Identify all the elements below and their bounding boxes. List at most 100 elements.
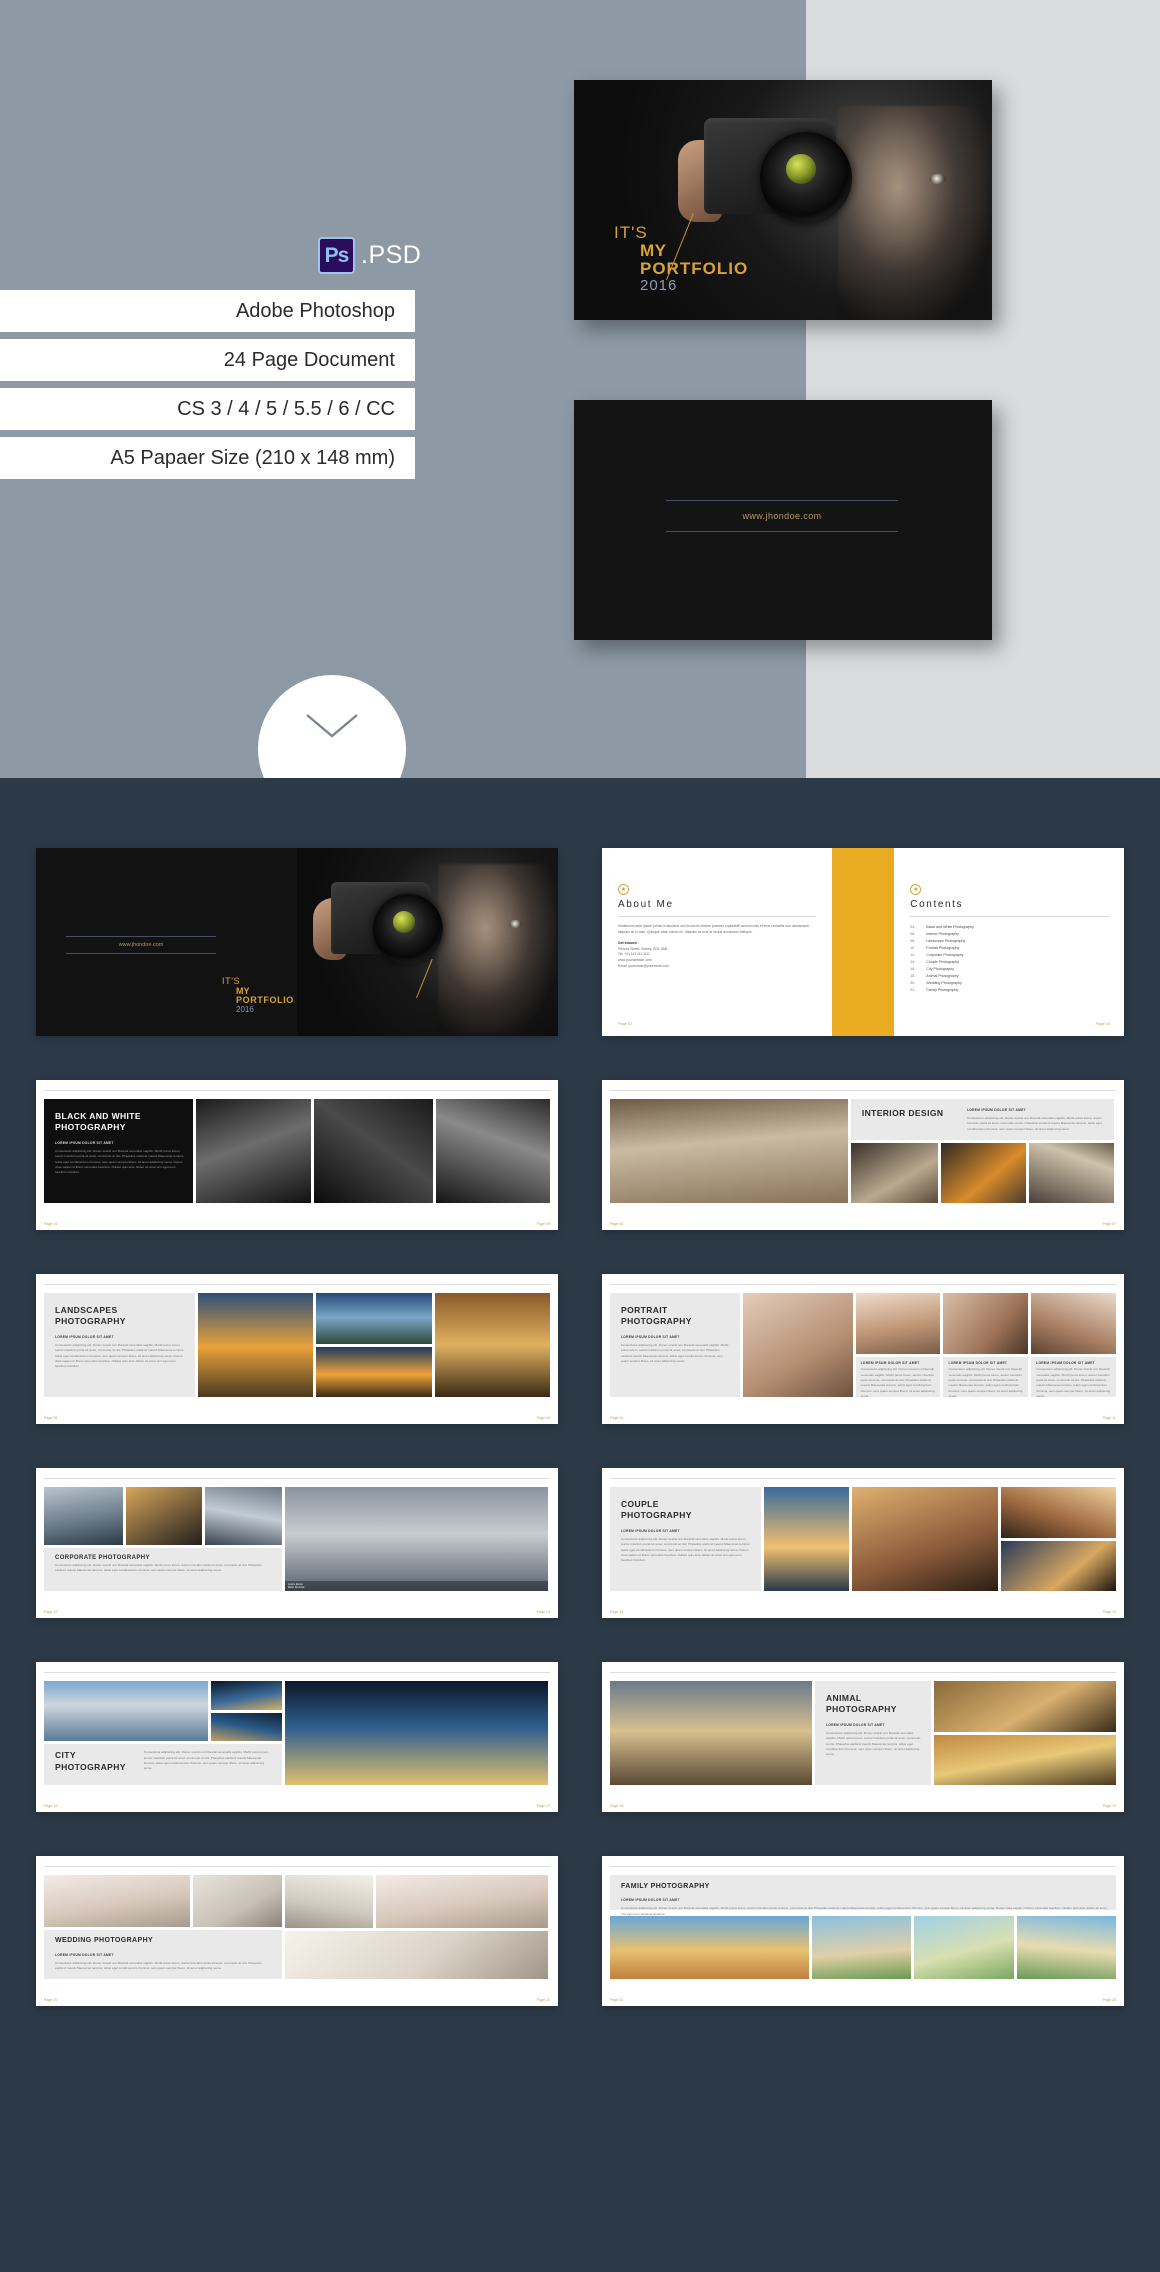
spec-bar-list: Adobe Photoshop 24 Page Document CS 3 / …: [0, 290, 415, 486]
cover-title-block: IT'S MY PORTFOLIO 2016: [614, 213, 748, 294]
page-number-left: Page 12: [44, 1610, 58, 1614]
page-number-right: Page 11: [1102, 1416, 1116, 1420]
photo-thumbnail[interactable]: [1031, 1293, 1116, 1355]
photo-thumbnail[interactable]: [1000, 1487, 1116, 1538]
spread-body: Consectetur adipiscing elit. Donec scera…: [621, 1536, 751, 1563]
spread-title: FAMILY PHOTOGRAPHY: [621, 1883, 710, 1890]
contents-page: ★ Contents 04. Black and White Photograph…: [894, 848, 1124, 1036]
photo-thumbnail[interactable]: [313, 1099, 433, 1203]
footer-bar: Page 16 Page 17: [44, 1804, 550, 1808]
spread-title: PORTRAIT PHOTOGRAPHY: [621, 1305, 692, 1327]
photo-thumbnail[interactable]: [914, 1916, 1014, 1979]
toc-number: 22.: [910, 988, 916, 992]
spread-preview-animal[interactable]: ANIMAL PHOTOGRAPHY LOREM IPSUM DOLOR SIT…: [602, 1662, 1124, 1812]
spread-preview-cover[interactable]: www.jhondoe.com IT'S MY PORTFOLIO 2016: [36, 848, 558, 1036]
photo-thumbnail[interactable]: [376, 1875, 548, 1928]
contact-block: Get Intouch : Princes Street, Sidney, SH…: [618, 941, 816, 969]
photo-thumbnail[interactable]: Lorem Ipsum Dolor Sit Amet: [284, 1487, 548, 1591]
toc-number: 06.: [910, 932, 916, 936]
spread-preview-city[interactable]: CITY PHOTOGRAPHY Consectetur adipiscing …: [36, 1662, 558, 1812]
photo-thumbnail[interactable]: [434, 1293, 550, 1397]
photo-thumbnail[interactable]: [941, 1142, 1027, 1203]
page-number-right: Page 19: [1102, 1804, 1116, 1808]
caption-panel: LOREM IPSUM DOLOR SIT AMET Consectetur a…: [1031, 1357, 1116, 1399]
list-item[interactable]: 16. City Photography: [910, 966, 1110, 973]
photo-thumbnail[interactable]: [742, 1293, 853, 1397]
spread-preview-family[interactable]: FAMILY PHOTOGRAPHY LOREM IPSUM DOLOR SIT…: [602, 1856, 1124, 2006]
spread-preview-interior[interactable]: INTERIOR DESIGN LOREM IPSUM DOLOR SIT AM…: [602, 1080, 1124, 1230]
photo-thumbnail[interactable]: [192, 1875, 282, 1928]
photo-thumbnail[interactable]: [934, 1681, 1116, 1732]
text-panel: COUPLE PHOTOGRAPHY LOREM IPSUM DOLOR SIT…: [610, 1487, 761, 1591]
list-item[interactable]: 04. Black and White Photography: [910, 924, 1110, 931]
photo-thumbnail[interactable]: [1000, 1540, 1116, 1591]
photo-thumbnail[interactable]: [284, 1930, 548, 1979]
spread-preview-wedding[interactable]: WEDDING PHOTOGRAPHY LOREM IPSUM DOLOR SI…: [36, 1856, 558, 2006]
photo-thumbnail[interactable]: [316, 1293, 432, 1344]
spread-preview-corporate[interactable]: CORPORATE PHOTOGRAPHY Consectetur adipis…: [36, 1468, 558, 1618]
photo-thumbnail[interactable]: [284, 1681, 548, 1785]
photo-thumbnail[interactable]: [435, 1099, 550, 1203]
list-item[interactable]: 22. Family Photography: [910, 987, 1110, 994]
photo-thumbnail[interactable]: [934, 1734, 1116, 1785]
camera-lens-icon: [373, 894, 443, 964]
photo-thumbnail[interactable]: [610, 1681, 812, 1785]
back-cover-url-block: www.jhondoe.com: [666, 500, 898, 532]
photo-thumbnail[interactable]: [197, 1293, 314, 1397]
photo-thumbnail[interactable]: [763, 1487, 850, 1591]
photo-thumbnail[interactable]: [211, 1712, 282, 1742]
list-item[interactable]: 08. Landscape Photography: [910, 938, 1110, 945]
photo-thumbnail[interactable]: [811, 1916, 912, 1979]
text-panel: WEDDING PHOTOGRAPHY LOREM IPSUM DOLOR SI…: [44, 1930, 282, 1979]
photo-thumbnail[interactable]: [196, 1099, 311, 1203]
about-heading: About Me: [618, 899, 674, 910]
photo-thumbnail[interactable]: [1016, 1916, 1116, 1979]
toc-number: 18.: [910, 974, 916, 978]
spread-preview-portrait[interactable]: PORTRAIT PHOTOGRAPHY LOREM IPSUM DOLOR S…: [602, 1274, 1124, 1424]
photo-thumbnail[interactable]: [44, 1681, 209, 1742]
photo-thumbnail[interactable]: [205, 1487, 282, 1546]
list-item[interactable]: 12. Corporate Photography: [910, 952, 1110, 959]
divider-line: [666, 531, 898, 532]
toc-number: 08.: [910, 939, 916, 943]
photo-thumbnail[interactable]: [943, 1293, 1029, 1355]
photo-thumbnail[interactable]: [125, 1487, 203, 1546]
caption-body: Consectetur adipiscing elit. Donec scera…: [860, 1367, 935, 1399]
caption-title: LOREM IPSUM DOLOR SIT AMET: [860, 1361, 920, 1366]
footer-bar: Page 06 Page 07: [610, 1222, 1116, 1226]
footer-bar: Page 10 Page 11: [610, 1416, 1116, 1420]
list-item[interactable]: 18. Animal Photography: [910, 973, 1110, 980]
photo-thumbnail[interactable]: [855, 1293, 941, 1355]
page-number-right: Page 15: [1102, 1610, 1116, 1614]
spread-preview-couple[interactable]: COUPLE PHOTOGRAPHY LOREM IPSUM DOLOR SIT…: [602, 1468, 1124, 1618]
spread-preview-landscapes[interactable]: LANDSCAPES PHOTOGRAPHY LOREM IPSUM DOLOR…: [36, 1274, 558, 1424]
list-item[interactable]: 06. Interior Photography: [910, 931, 1110, 938]
text-panel: CITY PHOTOGRAPHY Consectetur adipiscing …: [44, 1744, 282, 1785]
photo-thumbnail[interactable]: [44, 1487, 123, 1546]
caption-body: Consectetur adipiscing elit. Donec scera…: [1036, 1367, 1111, 1399]
photo-thumbnail[interactable]: [316, 1346, 432, 1397]
spread-subtitle: LOREM IPSUM DOLOR SIT AMET: [55, 1334, 114, 1339]
photo-thumbnail[interactable]: [284, 1875, 374, 1928]
website-url: www.jhondoe.com: [118, 942, 164, 948]
divider-line: [610, 1672, 1116, 1673]
text-panel: FAMILY PHOTOGRAPHY LOREM IPSUM DOLOR SIT…: [610, 1875, 1116, 1916]
photo-thumbnail[interactable]: [610, 1099, 848, 1203]
photo-thumbnail[interactable]: [852, 1487, 998, 1591]
spread-subtitle: LOREM IPSUM DOLOR SIT AMET: [55, 1952, 114, 1957]
spread-preview-black-and-white[interactable]: BLACK AND WHITE PHOTOGRAPHY LOREM IPSUM …: [36, 1080, 558, 1230]
list-item[interactable]: 10. Portrait Photography: [910, 945, 1110, 952]
website-url: www.jhondoe.com: [742, 511, 822, 521]
photo-thumbnail[interactable]: [610, 1916, 809, 1979]
footer-bar: Page 08 Page 09: [44, 1416, 550, 1420]
psd-extension-label: .PSD: [361, 241, 422, 269]
list-item[interactable]: 20. Wedding Photography: [910, 980, 1110, 987]
photo-thumbnail[interactable]: [1029, 1142, 1114, 1203]
list-item[interactable]: 14. Couple Photography: [910, 959, 1110, 966]
photo-thumbnail[interactable]: [44, 1875, 190, 1928]
photo-thumbnail[interactable]: [211, 1681, 282, 1710]
divider-line: [618, 916, 816, 917]
photo-thumbnail[interactable]: [850, 1142, 939, 1203]
spread-preview-about-contents[interactable]: ★ About Me Vestibulum ante ipsum primis …: [602, 848, 1124, 1036]
divider-line: [66, 953, 216, 954]
